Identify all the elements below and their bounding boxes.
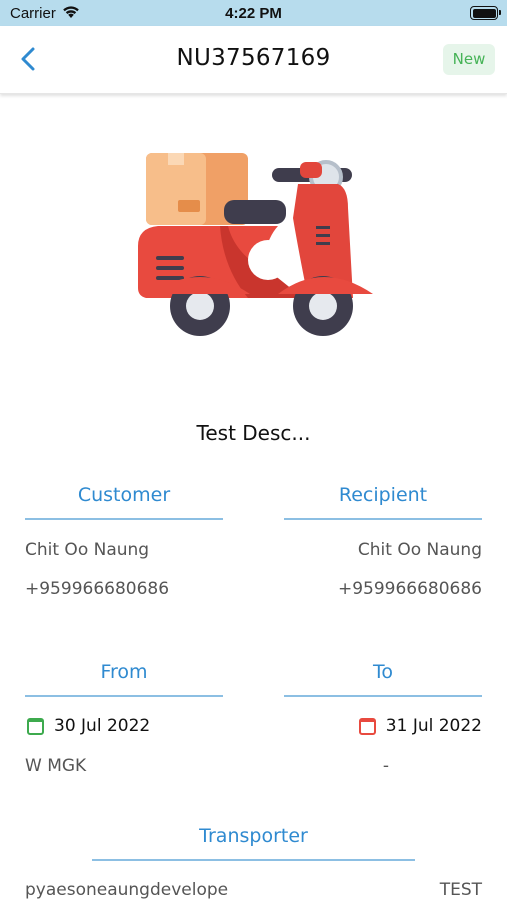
recipient-name: Chit Oo Naung xyxy=(357,540,482,560)
customer-divider xyxy=(25,518,223,520)
transporter-vehicle: TEST xyxy=(439,880,482,900)
to-heading: To xyxy=(372,661,393,683)
status-badge: New xyxy=(443,44,495,75)
from-heading: From xyxy=(100,661,148,683)
calendar-icon xyxy=(27,717,44,735)
customer-heading: Customer xyxy=(77,484,171,506)
customer-phone[interactable]: +959966680686 xyxy=(25,579,169,599)
transporter-divider xyxy=(92,859,415,861)
recipient-phone[interactable]: +959966680686 xyxy=(338,579,482,599)
to-date-text: 31 Jul 2022 xyxy=(385,716,482,736)
to-location: - xyxy=(382,756,389,776)
recipient-divider xyxy=(284,518,482,520)
delivery-scooter-illustration xyxy=(138,153,373,336)
to-divider xyxy=(284,695,482,697)
page-title: NU37567169 xyxy=(176,45,331,71)
from-divider xyxy=(25,695,223,697)
status-bar: Carrier 4:22 PM xyxy=(0,0,507,26)
order-description: Test Desc... xyxy=(196,421,311,445)
from-date: 30 Jul 2022 xyxy=(27,716,150,736)
calendar-icon xyxy=(358,717,376,735)
from-date-text: 30 Jul 2022 xyxy=(54,716,151,736)
to-date: 31 Jul 2022 xyxy=(358,716,482,736)
status-time: 4:22 PM xyxy=(225,5,282,22)
from-location: W MGK xyxy=(25,756,87,776)
recipient-heading: Recipient xyxy=(338,484,428,506)
transporter-heading: Transporter xyxy=(199,825,308,847)
customer-name: Chit Oo Naung xyxy=(25,540,150,560)
nav-bar: NU37567169 New xyxy=(0,26,507,94)
transporter-name: pyaesoneaungdevelope xyxy=(25,880,229,900)
battery-icon xyxy=(470,6,501,20)
